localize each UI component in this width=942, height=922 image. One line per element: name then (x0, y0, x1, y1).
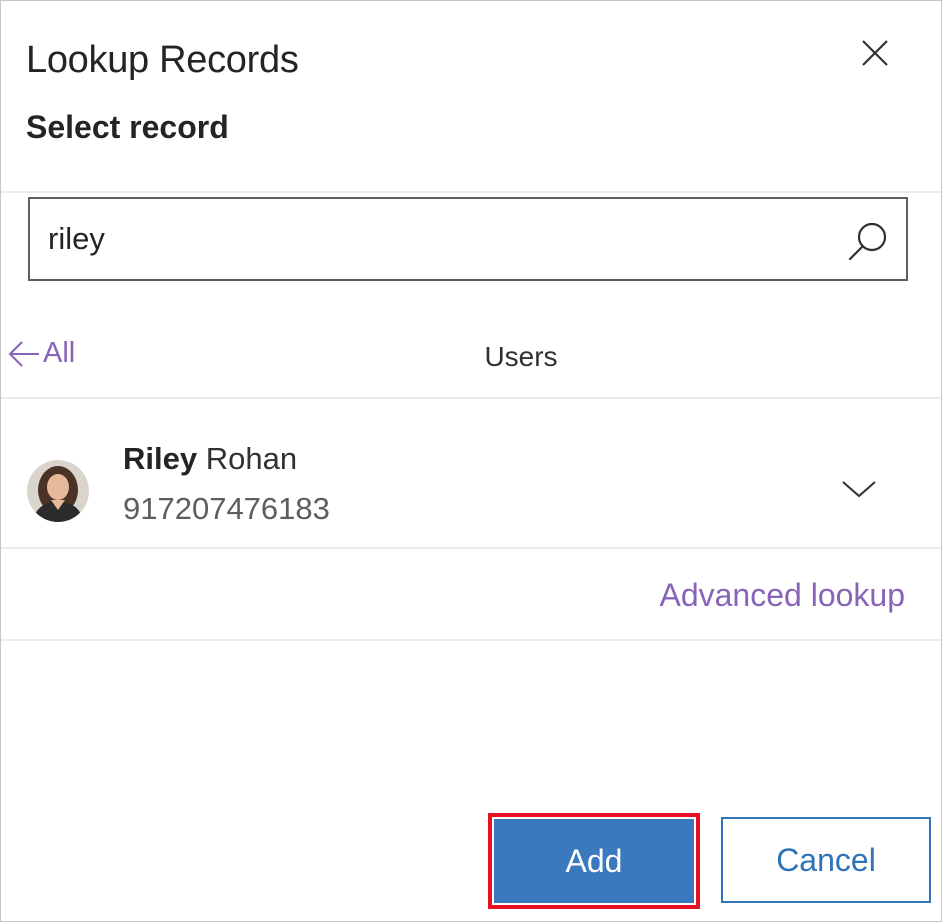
arrow-left-icon (8, 340, 39, 367)
search-input[interactable] (48, 199, 838, 279)
section-title: Users (484, 341, 558, 372)
results-top-divider (1, 397, 941, 399)
user-avatar (27, 460, 89, 522)
record-name: Riley Rohan (123, 441, 297, 477)
record-name-rest: Rohan (205, 441, 298, 476)
expand-record-button[interactable] (831, 465, 887, 513)
close-icon (862, 40, 888, 66)
results-bottom-divider (1, 547, 941, 549)
lookup-records-dialog: Lookup Records Select record All Users (0, 0, 942, 922)
cancel-button[interactable]: Cancel (721, 817, 931, 903)
record-name-match: Riley (123, 441, 198, 476)
back-all-label: All (43, 337, 76, 369)
add-button[interactable]: Add (494, 819, 694, 903)
close-button[interactable] (849, 29, 901, 77)
dialog-title: Lookup Records (26, 39, 299, 81)
dialog-subtitle: Select record (26, 109, 229, 145)
record-row[interactable]: Riley Rohan 917207476183 (1, 401, 941, 547)
record-secondary: 917207476183 (123, 491, 330, 526)
footer-divider (1, 639, 941, 641)
back-to-all-link[interactable]: All (7, 337, 75, 370)
chevron-down-icon (842, 481, 876, 498)
header-divider (1, 191, 941, 193)
search-icon[interactable] (846, 219, 890, 263)
advanced-lookup-link[interactable]: Advanced lookup (659, 577, 905, 614)
search-box[interactable] (28, 197, 908, 281)
